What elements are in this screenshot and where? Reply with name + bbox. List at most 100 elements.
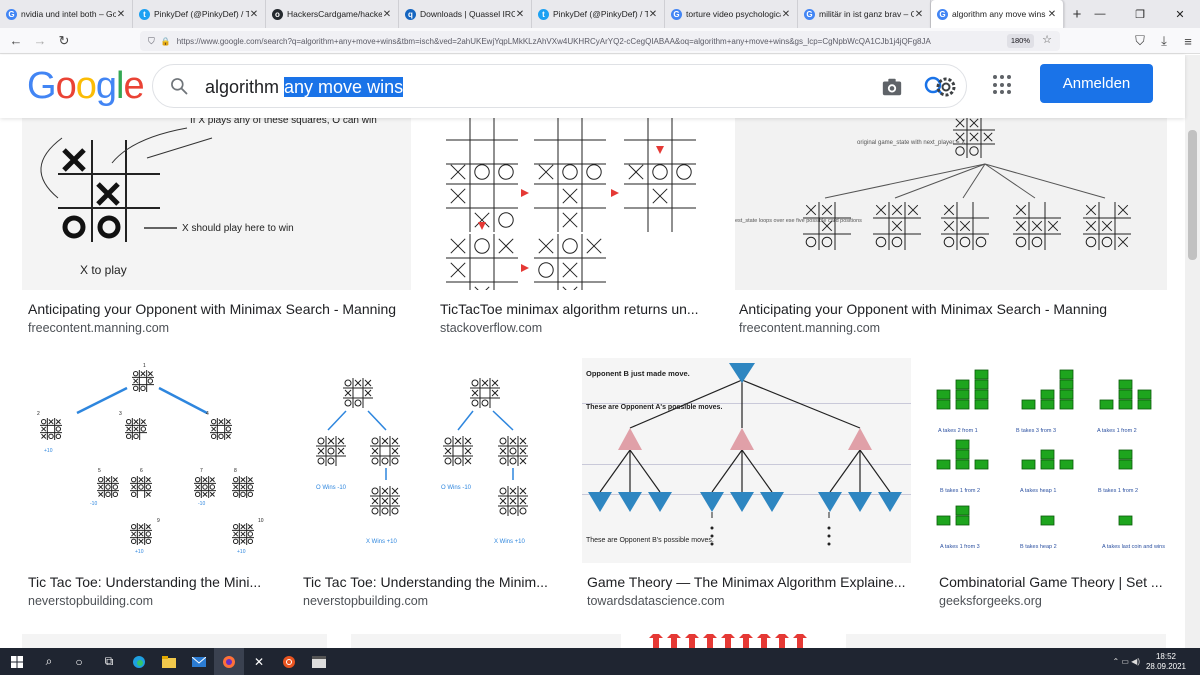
back-icon[interactable]: ← (4, 29, 28, 53)
result-title[interactable]: Game Theory — The Minimax Algorithm Expl… (587, 574, 907, 590)
result-source[interactable]: neverstopbuilding.com (303, 594, 428, 608)
search-settings-icon[interactable] (923, 73, 957, 101)
search-icon[interactable]: ⌕ (34, 648, 64, 675)
o-mark (232, 476, 239, 483)
score-label: +10 (44, 448, 53, 454)
zoom-badge[interactable]: 180% (1006, 34, 1034, 48)
result-title[interactable]: TicTacToe minimax algorithm returns un..… (440, 301, 710, 317)
result-title[interactable]: Tic Tac Toe: Understanding the Minim... (303, 574, 558, 590)
arrow-icon (703, 634, 717, 648)
tab-favicon-icon: G (804, 8, 815, 20)
tree-edge (599, 449, 631, 493)
search-box[interactable]: algorithm any move wins (152, 64, 967, 108)
taskbar-clock[interactable]: 18:52 28.09.2021 (1146, 652, 1186, 672)
ubuntu-icon[interactable] (274, 648, 304, 675)
address-bar[interactable]: ⛉ 🔒 https://www.google.com/search?q=algo… (140, 31, 1060, 51)
result-card[interactable]: 1 2 3 4 5 6 7 8 9 10 +10 -10 -10 +10 +10 Tic Tac Toe: … (0, 358, 290, 618)
close-window-icon[interactable]: ✕ (1160, 0, 1200, 28)
result-source[interactable]: towardsdatascience.com (587, 594, 725, 608)
result-title[interactable]: Anticipating your Opponent with Minimax … (28, 301, 418, 317)
menu-icon[interactable]: ≡ (1176, 29, 1200, 53)
browser-tab[interactable]: Gtorture video psychological w✕ (665, 0, 798, 28)
result-source[interactable]: freecontent.manning.com (739, 321, 880, 335)
page-scrollbar[interactable] (1185, 55, 1200, 648)
browser-tab-strip: Gnvidia und intel both – Googl✕tPinkyDef… (0, 0, 1200, 28)
reload-icon[interactable]: ↻ (52, 29, 76, 53)
tab-close-icon[interactable]: ✕ (515, 9, 525, 20)
o-mark (371, 487, 379, 495)
browser-tab[interactable]: o HackersCardgame/hackersca✕ (266, 0, 399, 28)
result-source[interactable]: stackoverflow.com (440, 321, 542, 335)
tab-close-icon[interactable]: ✕ (914, 9, 924, 20)
result-thumbnail[interactable]: If X plays any of these squares, O can w… (22, 118, 411, 290)
result-thumbnail[interactable]: A takes 2 from 1 B takes 3 from 3 A takes … (934, 358, 1167, 563)
windows-start-icon[interactable] (0, 648, 34, 675)
camera-icon[interactable] (881, 76, 903, 98)
forward-icon[interactable]: → (28, 29, 52, 53)
cortana-icon[interactable]: ○ (64, 648, 94, 675)
browser-tab[interactable]: Gnvidia und intel both – Googl✕ (0, 0, 133, 28)
tab-close-icon[interactable]: ✕ (382, 9, 392, 20)
url-text: https://www.google.com/search?q=algorith… (176, 36, 931, 46)
system-tray[interactable]: ⌃ ▭ ◀︎) (1112, 657, 1140, 666)
firefox-icon[interactable] (214, 648, 244, 675)
browser-tab[interactable]: t PinkyDef (@PinkyDef) / Twitte✕ (532, 0, 665, 28)
thumb-label: B takes 1 from 2 (940, 488, 980, 494)
mail-icon[interactable] (184, 648, 214, 675)
result-source[interactable]: geeksforgeeks.org (939, 594, 1042, 608)
o-mark (210, 418, 217, 425)
task-view-icon[interactable]: ⧉ (94, 648, 124, 675)
result-thumbnail[interactable] (351, 634, 621, 648)
tab-close-icon[interactable]: ✕ (781, 9, 791, 20)
tools-icon[interactable]: ✕ (244, 648, 274, 675)
file-explorer-icon[interactable] (154, 648, 184, 675)
o-mark (444, 437, 452, 445)
result-title[interactable]: Anticipating your Opponent with Minimax … (739, 301, 1159, 317)
result-thumbnail[interactable]: 1 2 3 4 5 6 7 8 9 10 +10 -10 -10 +10 +10 (22, 358, 276, 563)
app-window-icon[interactable] (304, 648, 334, 675)
pocket-icon[interactable]: ⛉ (1128, 29, 1152, 53)
query-selected-text: any move wins (284, 77, 404, 97)
minimize-icon[interactable]: — (1080, 0, 1120, 28)
tab-close-icon[interactable]: ✕ (116, 9, 126, 20)
result-source[interactable]: neverstopbuilding.com (28, 594, 153, 608)
browser-tab[interactable]: q Downloads | Quassel IRC ✕ (399, 0, 532, 28)
result-card[interactable]: If X plays any of these squares, O can w… (0, 118, 430, 348)
scrollbar-thumb[interactable] (1188, 130, 1197, 260)
search-input[interactable]: algorithm any move wins (205, 77, 404, 98)
signin-button[interactable]: Anmelden (1040, 64, 1153, 103)
result-source[interactable]: freecontent.manning.com (28, 321, 169, 335)
result-card[interactable]: original game_state with next_player = X… (730, 118, 1170, 348)
result-thumbnail[interactable] (645, 634, 825, 648)
result-title[interactable]: Combinatorial Game Theory | Set ... (939, 574, 1174, 590)
bookmark-star-icon[interactable]: ☆ (1042, 33, 1052, 46)
o-mark (499, 487, 507, 495)
browser-tab[interactable]: Galgorithm any move wins – Go✕ (931, 0, 1064, 28)
result-title[interactable]: Tic Tac Toe: Understanding the Mini... (28, 574, 278, 590)
thumb-label: A takes 1 from 2 (1097, 428, 1137, 434)
maximize-icon[interactable]: ❐ (1120, 0, 1160, 28)
result-thumbnail[interactable]: original game_state with next_player = X… (735, 118, 1167, 290)
apps-grid-icon[interactable] (993, 75, 1013, 95)
result-thumbnail[interactable] (22, 634, 327, 648)
tab-close-icon[interactable]: ✕ (648, 9, 658, 20)
browser-tab[interactable]: t PinkyDef (@PinkyDef) / Twitte✕ (133, 0, 266, 28)
result-card[interactable]: O Wins -10 O Wins -10 X Wins +10 X Wins +10… (290, 358, 570, 618)
edge-icon[interactable] (124, 648, 154, 675)
result-thumbnail[interactable] (846, 634, 1166, 648)
browser-tab[interactable]: Gmilitär in ist ganz brav – Goog✕ (798, 0, 931, 28)
google-logo[interactable]: Google (27, 65, 145, 108)
result-card[interactable]: A takes 2 from 1 B takes 3 from 3 A takes … (920, 358, 1180, 618)
tab-close-icon[interactable]: ✕ (249, 9, 259, 20)
o-mark (145, 484, 152, 490)
result-thumbnail[interactable]: O Wins -10 O Wins -10 X Wins +10 X Wins +10 (298, 358, 560, 563)
downloads-icon[interactable]: ⤓ (1152, 29, 1176, 53)
result-card[interactable]: TicTacToe minimax algorithm returns un..… (430, 118, 730, 348)
result-thumbnail[interactable]: Opponent B just made move. These are Opp… (582, 358, 911, 563)
o-mark (354, 399, 362, 407)
result-card[interactable]: Opponent B just made move. These are Opp… (570, 358, 920, 618)
tab-close-icon[interactable]: ✕ (1047, 9, 1057, 20)
arrow-icon (521, 189, 529, 197)
result-thumbnail[interactable] (434, 118, 711, 290)
search-icon[interactable] (169, 76, 189, 96)
